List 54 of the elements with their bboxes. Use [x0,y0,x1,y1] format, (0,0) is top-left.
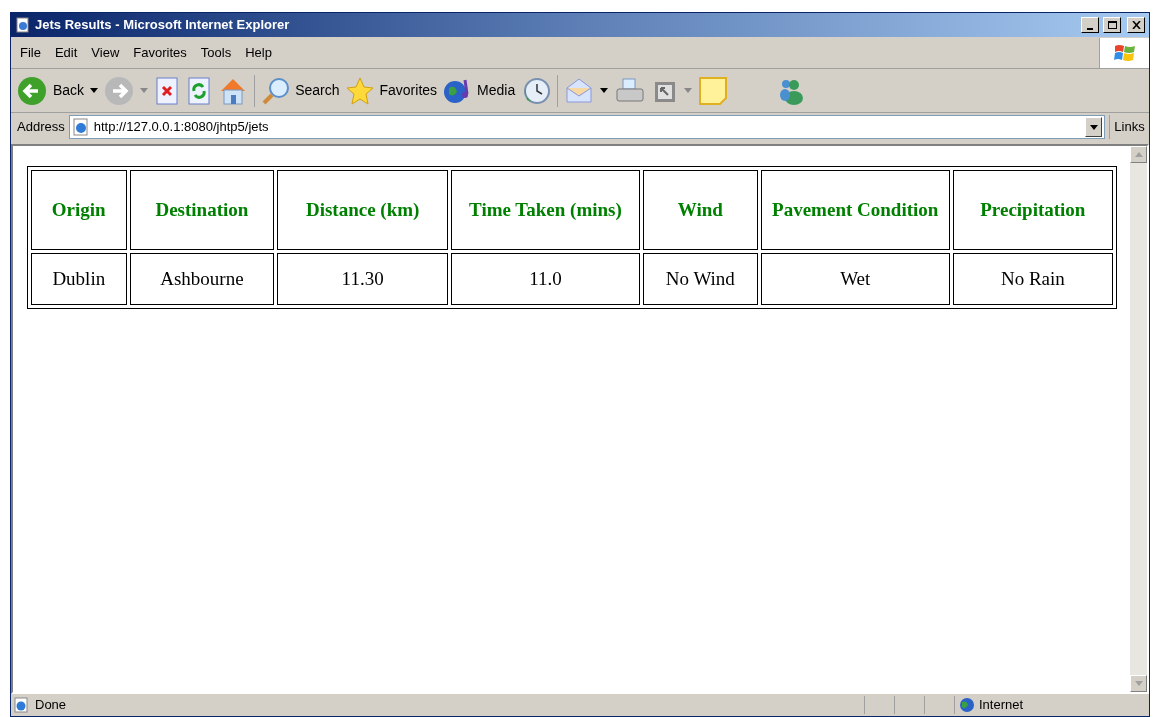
back-button[interactable]: Back [17,75,85,106]
media-button[interactable]: Media [443,75,516,106]
search-button[interactable]: Search [261,75,340,106]
column-header: Origin [31,170,127,250]
browser-icon [15,17,31,33]
search-icon [261,75,292,106]
menu-item[interactable]: Edit [47,41,85,64]
maximize-button[interactable] [1103,17,1121,33]
window-title: Jets Results - Microsoft Internet Explorer [35,16,291,35]
minimize-button[interactable] [1081,17,1099,33]
security-zone: Internet [979,696,1024,715]
table-cell: Ashbourne [129,253,275,305]
scroll-down-button[interactable] [1130,675,1147,692]
column-header: Wind [642,170,758,250]
table-cell: No Wind [642,253,758,305]
star-icon [345,75,376,106]
table-cell: No Rain [952,253,1113,305]
menu-item[interactable]: Favorites [126,41,194,64]
address-label: Address [17,118,65,137]
page-icon [13,697,31,713]
history-icon[interactable] [521,75,552,106]
up-arrow-icon [1134,152,1143,157]
globe-icon [959,697,975,713]
dropdown-caret-icon[interactable] [90,88,99,93]
dropdown-caret-icon[interactable] [600,88,609,93]
links-button[interactable]: Links [1109,115,1149,139]
caret-icon [1089,124,1098,130]
table-cell: Wet [760,253,950,305]
close-button[interactable] [1127,17,1145,33]
page-icon [71,118,90,136]
dropdown-button[interactable] [1085,117,1102,137]
flag-logo-icon [1113,42,1136,63]
scrollbar[interactable] [1130,146,1147,692]
favorites-button[interactable]: Favorites [345,75,438,106]
close-icon [1131,21,1141,29]
menu-item[interactable]: Tools [193,41,239,64]
refresh-icon[interactable] [186,75,213,106]
forward-icon[interactable] [104,75,135,106]
menu-item[interactable]: Help [238,41,279,64]
menu-item[interactable]: File [13,41,48,64]
column-header: Destination [129,170,275,250]
table-cell: 11.0 [450,253,640,305]
table-cell: Dublin [31,253,127,305]
column-header: Pavement Condition [760,170,950,250]
stop-icon[interactable] [154,75,181,106]
table-cell: 11.30 [277,253,448,305]
down-arrow-icon [1134,681,1143,686]
column-header: Distance (km) [277,170,448,250]
scroll-up-button[interactable] [1130,146,1147,163]
column-header: Precipitation [952,170,1113,250]
column-header: Time Taken (mins) [450,170,640,250]
address-field[interactable]: http://127.0.0.1:8080/jhtp5/jets [68,115,1105,139]
menu-item[interactable]: View [84,41,127,64]
status-text: Done [35,696,68,715]
